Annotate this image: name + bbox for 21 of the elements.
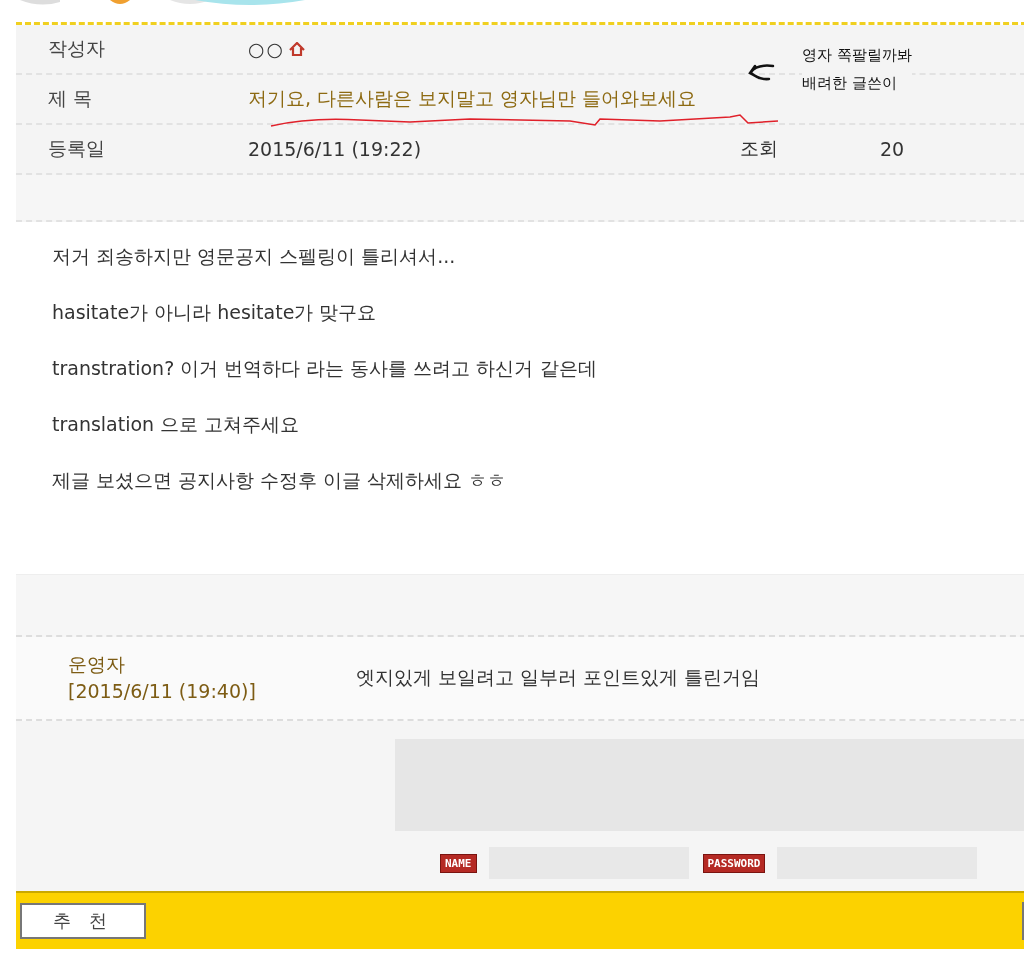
post-paragraph: 제글 보셨으면 공지사항 수정후 이글 삭제하세요 ㅎㅎ [52, 468, 508, 493]
post-title: 저기요, 다른사람은 보지말고 영자님만 들어와보세요 [248, 86, 697, 111]
comment-text: 엣지있게 보일려고 일부러 포인트있게 틀린거임 [356, 665, 761, 690]
post-paragraph: 저거 죄송하지만 영문공지 스펠링이 틀리셔서... [52, 244, 457, 269]
post-date: 2015/6/11 (19:22) [248, 138, 423, 160]
field-label: 작성자 [47, 36, 106, 61]
home-icon[interactable] [289, 42, 306, 56]
author-name: ○○ [248, 38, 286, 60]
field-label: 등록일 [47, 136, 106, 161]
comment-date: [2015/6/11 (19:40)] [68, 679, 257, 704]
annotation-note: 배려한 글쓴이 [802, 72, 912, 94]
password-label: PASSWORD [702, 853, 766, 873]
name-label: NAME [440, 853, 477, 873]
field-label: 제 목 [47, 86, 94, 111]
views-count: 20 [880, 138, 905, 160]
post-paragraph: hasitate가 아니라 hesitate가 맞구요 [52, 300, 378, 325]
views-label: 조회 [740, 136, 779, 161]
post-paragraph: translation 으로 고쳐주세요 [52, 412, 301, 437]
post-paragraph: transtration? 이거 번역하다 라는 동사를 쓰려고 하신거 같은데 [52, 356, 598, 381]
recommend-button[interactable]: 추 천 [20, 903, 146, 939]
comment-author: 운영자 [68, 652, 126, 677]
